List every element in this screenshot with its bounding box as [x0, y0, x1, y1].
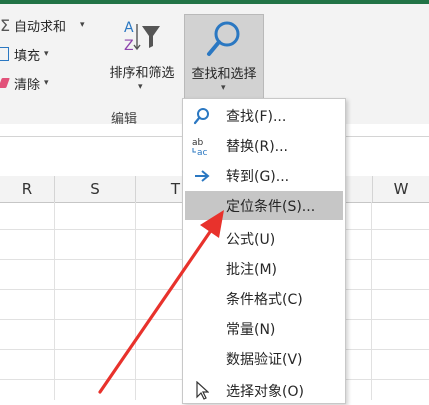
menu-item-label: 替换(R)...: [226, 138, 289, 155]
menu-item-go-to-special[interactable]: 定位条件(S)...: [185, 191, 343, 220]
find-select-menu: 查找(F)... ab ac 替换(R)... 转到(G)... 定位条件(S).…: [182, 98, 346, 404]
autosum-button[interactable]: Σ 自动求和 ▾: [0, 14, 85, 36]
fill-icon: [0, 47, 9, 61]
chevron-down-icon: ▾: [80, 20, 85, 30]
menu-item-data-validation[interactable]: 数据验证(V): [185, 344, 343, 373]
goto-arrow-icon: [185, 169, 219, 183]
column-header-s[interactable]: S: [55, 176, 136, 202]
sort-filter-label: 排序和筛选: [109, 66, 175, 81]
menu-item-label: 查找(F)...: [226, 108, 287, 125]
magnifier-icon: [207, 21, 240, 56]
menu-item-label: 常量(N): [226, 321, 276, 338]
menu-item-label: 批注(M): [226, 261, 278, 278]
svg-text:ab: ab: [192, 138, 204, 148]
chevron-down-icon: ▾: [138, 82, 143, 92]
menu-item-comments[interactable]: 批注(M): [185, 254, 343, 283]
menu-item-label: 数据验证(V): [226, 351, 303, 368]
svg-text:A: A: [124, 20, 134, 36]
fill-button[interactable]: 填充 ▾: [0, 43, 49, 65]
find-select-button[interactable]: 查找和选择 ▾: [184, 14, 264, 104]
chevron-down-icon: ▾: [221, 83, 226, 93]
chevron-down-icon: ▾: [44, 78, 49, 88]
column-header-r[interactable]: R: [0, 176, 55, 202]
chevron-down-icon: ▾: [44, 49, 49, 59]
menu-item-replace[interactable]: ab ac 替换(R)...: [185, 131, 343, 160]
clear-label: 清除: [14, 77, 41, 93]
menu-item-select-objects[interactable]: 选择对象(O): [185, 376, 343, 405]
menu-item-label: 选择对象(O): [226, 383, 304, 400]
menu-item-goto[interactable]: 转到(G)...: [185, 161, 343, 190]
select-objects-icon: [185, 380, 219, 401]
menu-item-label: 条件格式(C): [226, 291, 303, 308]
sort-filter-icon: A Z: [124, 20, 160, 54]
menu-item-label: 转到(G)...: [226, 168, 290, 185]
menu-item-formulas[interactable]: 公式(U): [185, 224, 343, 253]
sort-filter-button[interactable]: A Z 排序和筛选 ▾: [100, 18, 184, 108]
menu-item-label: 公式(U): [226, 231, 276, 248]
fill-label: 填充: [14, 48, 41, 64]
find-select-label: 查找和选择: [191, 67, 257, 82]
menu-item-label: 定位条件(S)...: [226, 198, 316, 215]
autosum-icon: Σ: [0, 15, 11, 35]
svg-text:ac: ac: [197, 148, 208, 156]
svg-text:Z: Z: [124, 38, 134, 54]
menu-item-find[interactable]: 查找(F)...: [185, 101, 343, 130]
menu-item-conditional-formatting[interactable]: 条件格式(C): [185, 284, 343, 313]
search-icon: [185, 107, 219, 125]
autosum-label: 自动求和: [14, 19, 67, 35]
replace-icon: ab ac: [185, 136, 219, 156]
menu-item-constants[interactable]: 常量(N): [185, 314, 343, 343]
eraser-icon: [0, 78, 10, 88]
column-header-w[interactable]: W: [372, 176, 429, 202]
clear-button[interactable]: 清除 ▾: [0, 72, 49, 94]
